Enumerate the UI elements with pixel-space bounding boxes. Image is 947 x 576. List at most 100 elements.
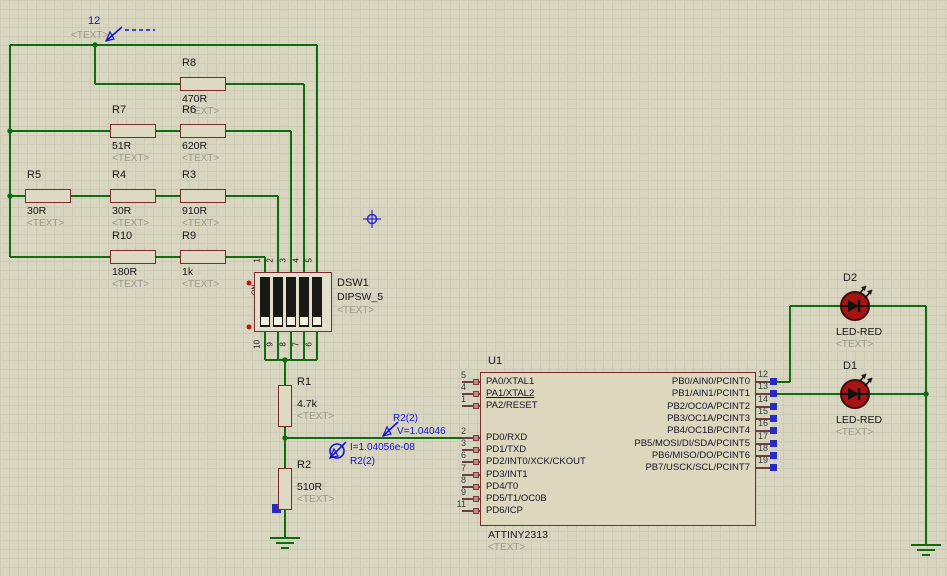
led-text-d2: <TEXT>: [836, 339, 873, 350]
resistor-body-r3[interactable]: [180, 189, 226, 203]
mcu-part-label: ATTINY2313: [488, 530, 548, 542]
mcu-pin-marker: [473, 403, 479, 409]
dip-switch-knob-3[interactable]: [287, 317, 295, 325]
current-probe-net-label: R2(2): [350, 456, 375, 467]
resistor-value-r3: 910R: [182, 206, 207, 218]
resistor-value-r4: 30R: [112, 206, 131, 218]
mcu-pin-name-4: PA1/XTAL2: [486, 389, 534, 399]
dip-pin-number-bottom: 6: [306, 337, 315, 351]
mcu-pin-marker: [473, 435, 479, 441]
dip-switch-knob-1[interactable]: [261, 317, 269, 325]
wire-junction: [92, 42, 97, 47]
dip-pin-number-bottom: 10: [254, 337, 263, 351]
schematic-canvas[interactable]: 12 <TEXT> DSW1 DIPSW_5 <TEXT> ON U1 ATTI…: [0, 0, 947, 576]
resistor-ref-r7: R7: [112, 104, 126, 116]
mcu-pin-number-12: 12: [758, 370, 768, 379]
mcu-pin-terminal-13[interactable]: [770, 390, 777, 397]
resistor-text-r10: <TEXT>: [112, 279, 149, 290]
mcu-pin-name-17: PB5/MOSI/DI/SDA/PCINT5: [556, 439, 750, 449]
mcu-pin-name-1: PA2/RESET: [486, 401, 538, 411]
dip-part-label: DIPSW_5: [337, 292, 383, 304]
voltage-probe-value-label: V=1.04046: [397, 426, 446, 437]
mcu-pin-terminal-19[interactable]: [770, 464, 777, 471]
mcu-pin-number-5: 5: [450, 371, 466, 380]
resistor-ref-r8: R8: [182, 57, 196, 69]
resistor-body-r8[interactable]: [180, 77, 226, 91]
mcu-pin-name-13: PB1/AIN1/PCINT1: [556, 389, 750, 399]
mcu-pin-marker: [473, 379, 479, 385]
resistor-body-r4[interactable]: [110, 189, 156, 203]
dip-pin-number-bottom: 7: [293, 337, 302, 351]
mcu-pin-marker: [473, 447, 479, 453]
mcu-pin-number-6: 6: [450, 451, 466, 460]
resistor-text-r3: <TEXT>: [182, 218, 219, 229]
mcu-pin-number-1: 1: [450, 395, 466, 404]
resistor-body-r2[interactable]: [278, 468, 292, 510]
led-part-d1: LED-RED: [836, 415, 882, 427]
mcu-pin-number-13: 13: [758, 382, 768, 391]
mcu-pin-number-19: 19: [758, 456, 768, 465]
mcu-pin-name-15: PB3/OC1A/PCINT3: [556, 414, 750, 424]
resistor-text-r6: <TEXT>: [182, 153, 219, 164]
voltage-probe-net-label: R2(2): [393, 413, 418, 424]
wire-junction: [282, 435, 287, 440]
mcu-pin-terminal-18[interactable]: [770, 452, 777, 459]
mcu-pin-terminal-15[interactable]: [770, 415, 777, 422]
resistor-value-r10: 180R: [112, 267, 137, 279]
resistor-text-r1: <TEXT>: [297, 411, 334, 422]
mcu-pin-marker: [473, 472, 479, 478]
voltage-probe-top-text: <TEXT>: [71, 30, 108, 41]
dip-switch-knob-5[interactable]: [313, 317, 321, 325]
mcu-pin-number-3: 3: [450, 439, 466, 448]
mcu-pin-number-17: 17: [758, 432, 768, 441]
wire-junction: [282, 357, 287, 362]
resistor-ref-r1: R1: [297, 376, 311, 388]
resistor-ref-r2: R2: [297, 459, 311, 471]
resistor-ref-r3: R3: [182, 169, 196, 181]
dip-switch-knob-2[interactable]: [274, 317, 282, 325]
dip-pin-number-bottom: 9: [267, 337, 276, 351]
resistor-body-r10[interactable]: [110, 250, 156, 264]
resistor-body-r6[interactable]: [180, 124, 226, 138]
resistor-value-r2: 510R: [297, 482, 322, 494]
mcu-pin-number-18: 18: [758, 444, 768, 453]
mcu-pin-terminal-17[interactable]: [770, 440, 777, 447]
mcu-pin-marker: [473, 508, 479, 514]
mcu-pin-name-11: PD6/ICP: [486, 506, 523, 516]
resistor-body-r7[interactable]: [110, 124, 156, 138]
resistor-text-r7: <TEXT>: [112, 153, 149, 164]
resistor-text-r4: <TEXT>: [112, 218, 149, 229]
mcu-pin-number-14: 14: [758, 395, 768, 404]
mcu-pin-name-2: PD0/RXD: [486, 433, 527, 443]
mcu-pin-number-15: 15: [758, 407, 768, 416]
mcu-pin-number-9: 9: [450, 488, 466, 497]
resistor-ref-r9: R9: [182, 230, 196, 242]
dip-pin-number-top: 3: [280, 253, 289, 267]
current-probe-value-label: I=1.04056e-08: [350, 442, 415, 453]
resistor-body-r9[interactable]: [180, 250, 226, 264]
mcu-pin-terminal-12[interactable]: [770, 378, 777, 385]
mcu-ref-label: U1: [488, 355, 502, 367]
mcu-pin-name-9: PD5/T1/OC0B: [486, 494, 547, 504]
dip-switch-knob-4[interactable]: [300, 317, 308, 325]
resistor-body-r1[interactable]: [278, 385, 292, 427]
wire-junction: [7, 193, 12, 198]
wire-junction: [923, 391, 928, 396]
resistor-text-r9: <TEXT>: [182, 279, 219, 290]
mcu-pin-terminal-14[interactable]: [770, 403, 777, 410]
mcu-pin-name-3: PD1/TXD: [486, 445, 526, 455]
mcu-pin-name-5: PA0/XTAL1: [486, 377, 534, 387]
dip-pin-number-top: 1: [254, 253, 263, 267]
resistor-text-r2: <TEXT>: [297, 494, 334, 505]
led-part-d2: LED-RED: [836, 327, 882, 339]
resistor-body-r5[interactable]: [25, 189, 71, 203]
dip-pin-number-top: 5: [306, 253, 315, 267]
resistor-value-r6: 620R: [182, 141, 207, 153]
mcu-pin-terminal-16[interactable]: [770, 427, 777, 434]
resistor-ref-r6: R6: [182, 104, 196, 116]
mcu-pin-marker: [473, 459, 479, 465]
dip-pin-number-top: 2: [267, 253, 276, 267]
mcu-text-label: <TEXT>: [488, 542, 525, 553]
mcu-pin-number-16: 16: [758, 419, 768, 428]
voltage-probe-top-value: 12: [88, 15, 100, 27]
